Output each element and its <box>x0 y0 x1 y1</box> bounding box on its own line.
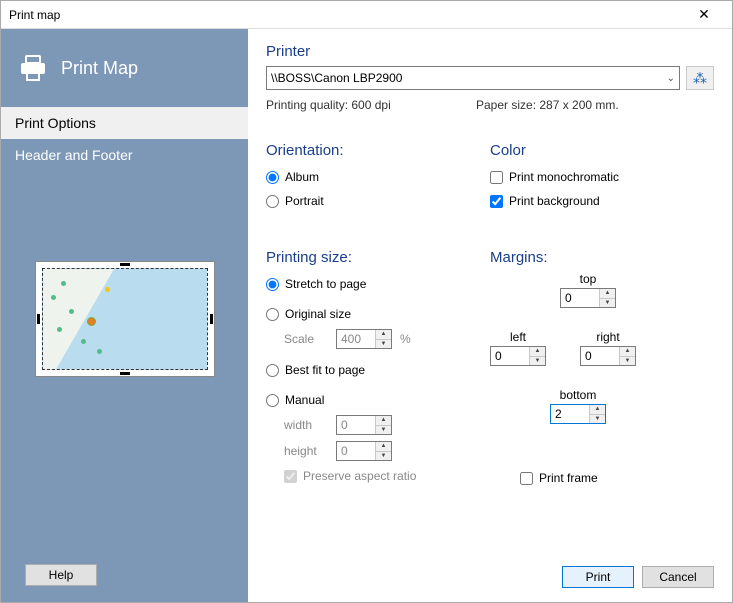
scale-row: Scale ▲▼ % <box>266 326 490 352</box>
spinner-up-icon[interactable]: ▲ <box>376 330 391 340</box>
page-preview <box>35 261 215 377</box>
sidebar: Print Map Print Options Header and Foote… <box>1 29 248 602</box>
sidebar-title: Print Map <box>61 58 138 79</box>
scale-spinner[interactable]: ▲▼ <box>336 329 392 349</box>
titlebar: Print map ✕ <box>1 1 732 29</box>
content: Printer \\BOSS\Canon LBP2900 ⌄ ⁂ Printin… <box>248 29 732 602</box>
manual-height-row: height ▲▼ <box>266 438 490 464</box>
printer-selected: \\BOSS\Canon LBP2900 <box>271 71 402 85</box>
size-best-fit[interactable]: Best fit to page <box>266 358 490 382</box>
margins-heading: Margins: <box>490 249 714 266</box>
size-original[interactable]: Original size <box>266 302 490 326</box>
printer-heading: Printer <box>266 43 714 60</box>
margin-left-spinner[interactable]: ▲▼ <box>490 346 546 366</box>
print-button[interactable]: Print <box>562 566 634 588</box>
orientation-album[interactable]: Album <box>266 165 490 189</box>
height-spinner[interactable]: ▲▼ <box>336 441 392 461</box>
printer-icon <box>19 55 47 81</box>
print-background[interactable]: Print background <box>490 189 714 213</box>
sidebar-item-header-footer[interactable]: Header and Footer <box>1 139 248 171</box>
paper-size-label: Paper size: 287 x 200 mm. <box>476 98 619 112</box>
chevron-down-icon: ⌄ <box>667 73 675 84</box>
margin-right-spinner[interactable]: ▲▼ <box>580 346 636 366</box>
help-button[interactable]: Help <box>25 564 97 586</box>
print-monochromatic[interactable]: Print monochromatic <box>490 165 714 189</box>
color-heading: Color <box>490 142 714 159</box>
printer-select[interactable]: \\BOSS\Canon LBP2900 ⌄ <box>266 66 680 90</box>
orientation-heading: Orientation: <box>266 142 490 159</box>
printing-size-heading: Printing size: <box>266 249 490 266</box>
cancel-button[interactable]: Cancel <box>642 566 714 588</box>
size-manual[interactable]: Manual <box>266 388 490 412</box>
size-stretch[interactable]: Stretch to page <box>266 272 490 296</box>
sidebar-header: Print Map <box>1 29 248 107</box>
gear-icon: ⁂ <box>693 70 707 87</box>
close-button[interactable]: ✕ <box>684 6 724 23</box>
window-title: Print map <box>9 8 60 22</box>
width-spinner[interactable]: ▲▼ <box>336 415 392 435</box>
margin-top-spinner[interactable]: ▲▼ <box>560 288 616 308</box>
printer-settings-button[interactable]: ⁂ <box>686 66 714 90</box>
margin-bottom-spinner[interactable]: ▲▼ <box>550 404 606 424</box>
sidebar-item-print-options[interactable]: Print Options <box>1 107 248 139</box>
manual-width-row: width ▲▼ <box>266 412 490 438</box>
printing-quality-label: Printing quality: 600 dpi <box>266 98 476 112</box>
print-frame[interactable]: Print frame <box>520 466 714 490</box>
preserve-aspect: Preserve aspect ratio <box>266 464 490 488</box>
spinner-down-icon[interactable]: ▼ <box>376 340 391 349</box>
orientation-portrait[interactable]: Portrait <box>266 189 490 213</box>
